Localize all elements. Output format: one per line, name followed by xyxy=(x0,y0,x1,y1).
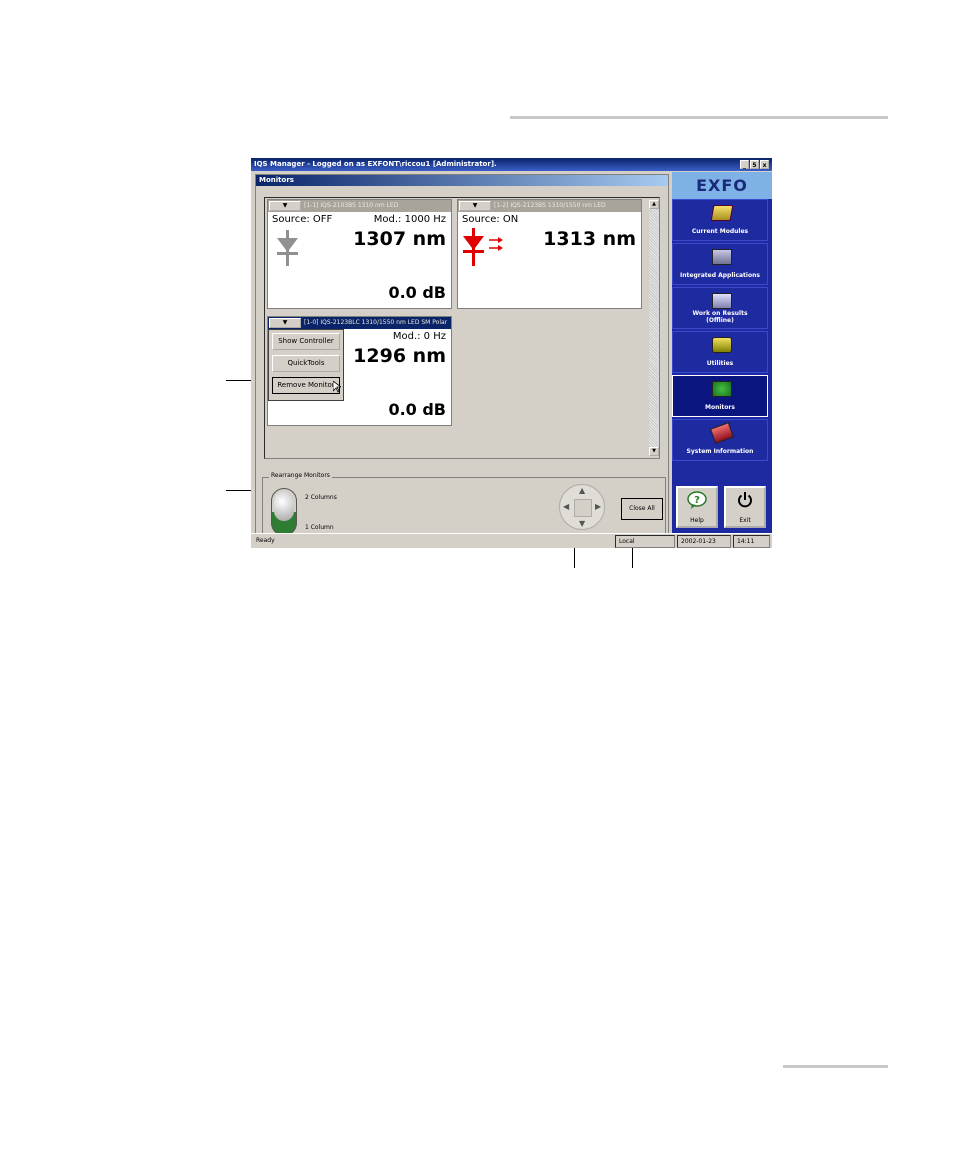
minimize-button[interactable]: _ xyxy=(740,160,749,169)
monitor-panel-titlebar: ▼ [1-1] IQS-2103BS 1310 nm LED xyxy=(268,200,451,212)
close-all-button[interactable]: Close All xyxy=(621,498,663,520)
window-title: IQS Manager - Logged on as EXFONT\riccou… xyxy=(254,160,497,168)
monitor-navigation-pad[interactable]: ▲ ▼ ◀ ▶ xyxy=(559,484,605,530)
panel-dropdown-button[interactable]: ▼ xyxy=(459,201,491,211)
monitor-panel-3[interactable]: ▼ [1-0] IQS-2123BLC 1310/1550 nm LED SM … xyxy=(267,316,452,426)
source-status: Source: ON xyxy=(462,214,519,225)
modulation-value: Mod.: 1000 Hz xyxy=(373,214,446,225)
monitors-vertical-scrollbar[interactable]: ▲ ▼ xyxy=(649,200,659,456)
help-button[interactable]: ? Help xyxy=(676,486,718,528)
sidebar-item-label: Current Modules xyxy=(691,228,749,235)
power-icon xyxy=(738,492,752,508)
status-bar: Ready Local 2002-01-23 14:11 xyxy=(251,533,772,548)
nav-up-arrow-icon[interactable]: ▲ xyxy=(579,487,585,495)
monitor-panel-2[interactable]: ▼ [1-2] IQS-2123BS 1310/1550 nm LED Sour… xyxy=(457,199,642,309)
header-rule xyxy=(510,116,888,119)
source-status: Source: OFF xyxy=(272,214,333,225)
maximize-button[interactable]: 5 xyxy=(750,160,759,169)
nav-left-arrow-icon[interactable]: ◀ xyxy=(563,503,569,511)
monitor-scroll-region[interactable]: ▼ [1-1] IQS-2103BS 1310 nm LED Source: O… xyxy=(264,197,660,459)
exit-label: Exit xyxy=(739,517,751,524)
exfo-logo: EXFO xyxy=(672,172,772,199)
status-mode: Local xyxy=(615,535,675,548)
monitor-panel-titlebar: ▼ [1-2] IQS-2123BS 1310/1550 nm LED xyxy=(458,200,641,212)
led-off-icon xyxy=(277,230,298,266)
sidebar-item-system-information[interactable]: System Information xyxy=(672,419,768,461)
results-icon xyxy=(712,293,732,309)
status-time: 14:11 xyxy=(733,535,770,548)
sidebar-item-label: Monitors xyxy=(705,404,735,411)
quicktools-button[interactable]: QuickTools xyxy=(272,355,340,372)
monitors-pane-header: Monitors xyxy=(256,175,668,186)
nav-down-arrow-icon[interactable]: ▼ xyxy=(579,520,585,528)
help-icon: ? xyxy=(687,491,707,509)
rearrange-monitors-group: Rearrange Monitors 2 Columns 1 Column ▲ … xyxy=(262,472,666,541)
close-window-button[interactable]: x xyxy=(760,160,769,169)
sidebar-item-label: Utilities xyxy=(706,360,734,367)
show-controller-button[interactable]: Show Controller xyxy=(272,333,340,350)
nav-center-button[interactable] xyxy=(574,499,592,517)
sidebar-item-current-modules[interactable]: Current Modules xyxy=(672,199,768,241)
applications-icon xyxy=(712,249,732,265)
wavelength-value: 1296 nm xyxy=(353,345,446,367)
panel-dropdown-button[interactable]: ▼ xyxy=(269,318,301,328)
panel-context-menu: Show Controller QuickTools Remove Monito… xyxy=(268,329,344,401)
rearrange-monitors-label: Rearrange Monitors xyxy=(269,472,332,479)
sidebar: EXFO Current Modules Integrated Applicat… xyxy=(672,172,772,533)
modulation-value: Mod.: 0 Hz xyxy=(392,331,446,342)
iqs-manager-window: IQS Manager - Logged on as EXFONT\riccou… xyxy=(251,158,772,548)
monitors-icon xyxy=(712,381,732,397)
modules-icon xyxy=(710,205,734,221)
utilities-icon xyxy=(712,337,732,353)
sidebar-item-monitors[interactable]: Monitors xyxy=(672,375,768,417)
nav-right-arrow-icon[interactable]: ▶ xyxy=(595,503,601,511)
sidebar-item-work-on-results[interactable]: Work on Results (Offline) xyxy=(672,287,768,329)
status-text: Ready xyxy=(256,537,275,544)
monitors-pane: Monitors ▼ [1-1] IQS-2103BS 1310 nm LED … xyxy=(255,174,669,542)
power-value: 0.0 dB xyxy=(388,400,446,419)
scroll-down-arrow-icon[interactable]: ▼ xyxy=(649,447,659,456)
monitor-panel-title: [1-0] IQS-2123BLC 1310/1550 nm LED SM Po… xyxy=(304,319,448,326)
monitor-panel-title: [1-2] IQS-2123BS 1310/1550 nm LED xyxy=(494,202,606,209)
sidebar-item-utilities[interactable]: Utilities xyxy=(672,331,768,373)
system-information-icon xyxy=(709,422,735,444)
help-label: Help xyxy=(690,517,704,524)
one-column-label: 1 Column xyxy=(305,524,334,531)
monitor-panel-1[interactable]: ▼ [1-1] IQS-2103BS 1310 nm LED Source: O… xyxy=(267,199,452,309)
columns-toggle-switch[interactable] xyxy=(271,488,297,536)
sidebar-item-label: Work on Results (Offline) xyxy=(692,310,748,324)
sidebar-item-label: System Information xyxy=(686,448,754,455)
monitor-panel-titlebar: ▼ [1-0] IQS-2123BLC 1310/1550 nm LED SM … xyxy=(268,317,451,329)
wavelength-value: 1313 nm xyxy=(543,228,636,250)
power-value: 0.0 dB xyxy=(388,283,446,302)
wavelength-value: 1307 nm xyxy=(353,228,446,250)
led-on-icon xyxy=(463,228,503,266)
two-columns-label: 2 Columns xyxy=(305,494,337,501)
panel-dropdown-button[interactable]: ▼ xyxy=(269,201,301,211)
monitor-panel-title: [1-1] IQS-2103BS 1310 nm LED xyxy=(304,202,399,209)
footer-rule xyxy=(783,1065,888,1068)
mouse-cursor-icon xyxy=(333,381,341,393)
window-titlebar: IQS Manager - Logged on as EXFONT\riccou… xyxy=(251,158,772,171)
scroll-up-arrow-icon[interactable]: ▲ xyxy=(649,200,659,209)
status-date: 2002-01-23 xyxy=(677,535,731,548)
sidebar-item-label: Integrated Applications xyxy=(680,272,760,279)
sidebar-item-integrated-applications[interactable]: Integrated Applications xyxy=(672,243,768,285)
exit-button[interactable]: Exit xyxy=(724,486,766,528)
toggle-knob xyxy=(274,491,294,521)
remove-monitor-button[interactable]: Remove Monitor xyxy=(272,377,340,394)
svg-text:?: ? xyxy=(694,495,700,506)
